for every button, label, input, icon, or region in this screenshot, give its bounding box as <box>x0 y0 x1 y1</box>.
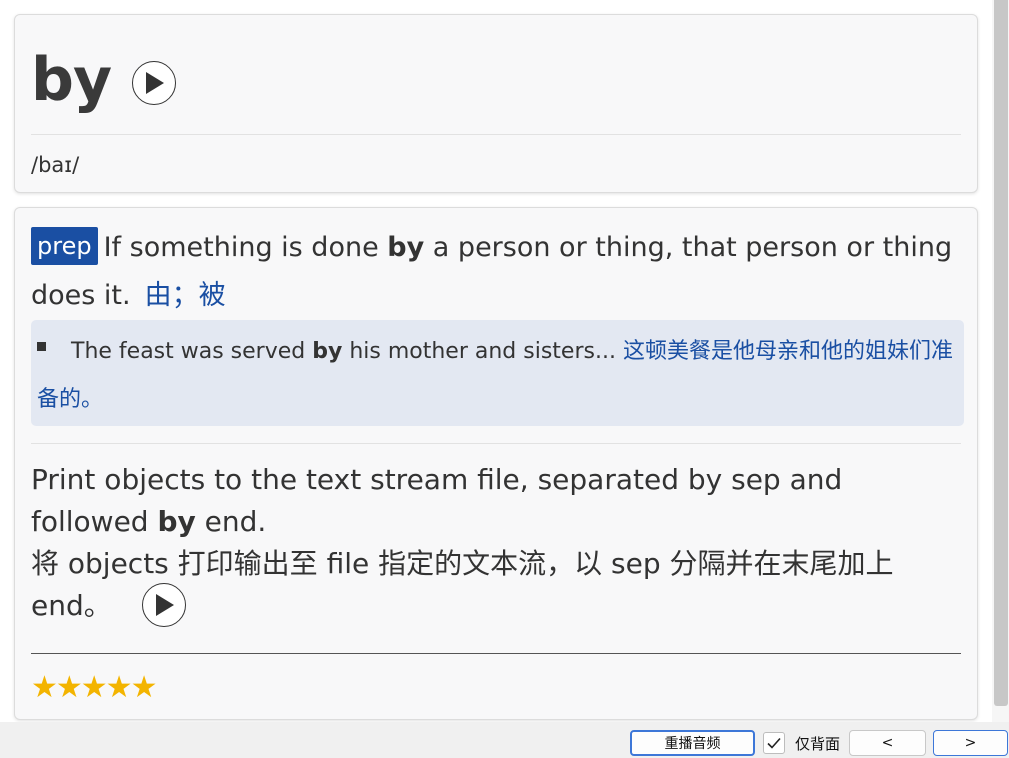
example-text-before: The feast was served <box>71 339 313 364</box>
example-text-after: his mother and sisters... <box>342 339 616 364</box>
check-icon <box>767 737 781 749</box>
definition-2-text-before: Print objects to the text stream file, s… <box>31 463 843 538</box>
bottom-toolbar: 重播音频 仅背面 < > <box>0 722 1009 758</box>
example-box: The feast was served by his mother and s… <box>31 320 964 426</box>
word-card: by /baɪ/ <box>14 14 978 193</box>
play-icon <box>146 72 164 94</box>
headword: by <box>31 45 112 115</box>
phonetic: /baɪ/ <box>31 153 80 177</box>
definition-1-text-before: If something is done <box>103 232 388 263</box>
previous-button[interactable]: < <box>849 730 926 756</box>
card-content-area: by /baɪ/ prep If something is done by a p… <box>0 0 992 722</box>
vertical-scrollbar[interactable] <box>992 0 1009 722</box>
next-button[interactable]: > <box>933 730 1008 756</box>
example-sentence: The feast was served by his mother and s… <box>37 328 962 424</box>
play-word-audio-button[interactable] <box>132 61 176 105</box>
definition-1-keyword: by <box>387 232 425 263</box>
play-icon <box>155 594 174 616</box>
definition-1: prep If something is done by a person or … <box>31 224 961 320</box>
definition-2-text-after: end. <box>195 505 267 538</box>
back-only-checkbox[interactable] <box>763 732 785 754</box>
pos-badge: prep <box>31 227 98 265</box>
divider <box>31 134 961 135</box>
scrollbar-thumb[interactable] <box>994 0 1008 706</box>
example-keyword: by <box>312 339 343 364</box>
definition-card: prep If something is done by a person or … <box>14 207 978 720</box>
definition-2-keyword: by <box>157 505 196 538</box>
star-rating: ★★★★★ <box>31 670 157 705</box>
definition-1-translation: 由；被 <box>144 280 226 311</box>
divider <box>31 443 961 444</box>
back-only-label: 仅背面 <box>795 735 841 753</box>
play-definition-audio-button[interactable] <box>141 583 186 627</box>
replay-audio-button[interactable]: 重播音频 <box>630 730 755 756</box>
definition-2: Print objects to the text stream file, s… <box>31 459 966 629</box>
divider <box>31 653 961 654</box>
